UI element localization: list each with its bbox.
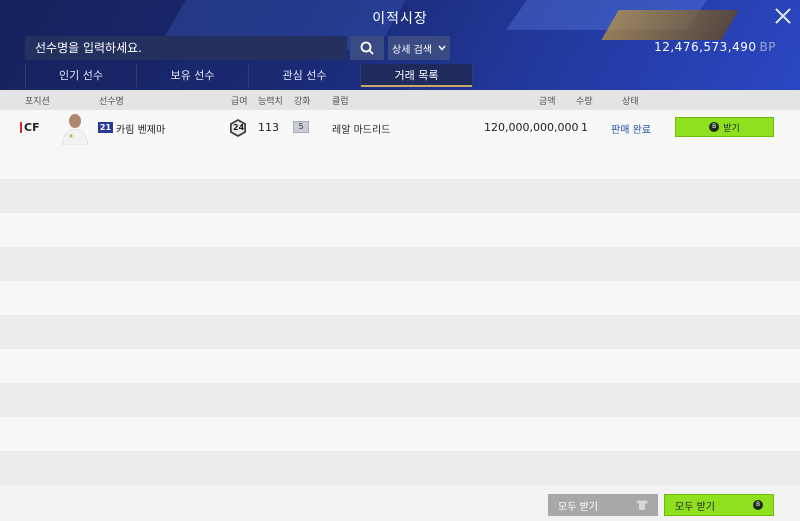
col-ovr: 능력치	[258, 97, 283, 107]
tab-watchlist[interactable]: 관심 선수	[249, 64, 361, 87]
list-item	[0, 315, 800, 349]
search-input[interactable]	[25, 36, 347, 60]
receive-all-label: 모두 받기	[675, 501, 715, 513]
club-name: 레알 마드리드	[332, 125, 391, 136]
list-item	[0, 417, 800, 451]
season-badge: 21	[98, 122, 113, 133]
col-club: 클럽	[332, 97, 349, 107]
enhance-badge: 5	[293, 121, 309, 133]
price-value: 120,000,000,000	[484, 121, 579, 134]
player-position: CF	[20, 121, 40, 134]
list-item	[0, 349, 800, 383]
tab-owned[interactable]: 보유 선수	[137, 64, 249, 87]
window-title: 이적시장	[372, 11, 428, 27]
shirt-icon	[636, 500, 648, 510]
receive-all-bp-button[interactable]: 모두 받기 B	[664, 494, 774, 516]
list-item	[0, 179, 800, 213]
list-item	[0, 213, 800, 247]
player-avatar	[61, 114, 89, 145]
status-badge: 판매 완료	[611, 125, 651, 136]
header: 이적시장 상세 검색 12,476,573,490BP 인기 선수 보유 선수 …	[0, 0, 800, 90]
tab-bar: 인기 선수 보유 선수 관심 선수 거래 목록	[25, 64, 473, 87]
receive-label: 받기	[723, 123, 740, 134]
coin-icon: B	[709, 122, 720, 132]
bp-balance: 12,476,573,490 BP	[654, 40, 776, 54]
receive-all-label: 모두 받기	[558, 501, 598, 513]
col-price: 금액	[539, 97, 556, 107]
detail-search-button[interactable]: 상세 검색	[388, 36, 450, 60]
close-icon[interactable]	[774, 7, 792, 25]
bp-amount: 12,476,573,490	[654, 40, 757, 54]
col-position: 포지션	[25, 97, 50, 107]
receive-button[interactable]: B 받기	[675, 117, 774, 137]
list-item	[0, 281, 800, 315]
tab-popular[interactable]: 인기 선수	[25, 64, 137, 87]
coin-icon: B	[753, 500, 763, 510]
col-enhance: 강화	[294, 97, 311, 107]
receive-all-items-button[interactable]: 모두 받기	[548, 494, 658, 516]
search-button[interactable]	[350, 36, 384, 60]
table-row[interactable]: CF 21 카림 벤제마 24 113 5 레알 마드리드 120,000,00…	[0, 110, 800, 145]
col-salary: 급여	[231, 97, 248, 107]
list-panel: 포지션 선수명 급여 능력치 강화 클럽 금액 수량 상태 CF 21 카림 벤…	[0, 90, 800, 521]
detail-search-label: 상세 검색	[392, 44, 432, 56]
column-header: 포지션 선수명 급여 능력치 강화 클럽 금액 수량 상태	[0, 90, 800, 110]
chevron-down-icon	[438, 45, 446, 51]
tab-transactions[interactable]: 거래 목록	[361, 64, 473, 87]
player-name[interactable]: 카림 벤제마	[116, 121, 165, 136]
col-status: 상태	[622, 97, 639, 107]
list-item	[0, 451, 800, 485]
col-qty: 수량	[576, 97, 593, 107]
list-item	[0, 383, 800, 417]
search-icon	[360, 41, 374, 55]
quantity-value: 1	[581, 121, 588, 134]
salary-value: 24	[233, 123, 245, 132]
col-name: 선수명	[99, 97, 124, 107]
ovr-value: 113	[258, 121, 279, 134]
list-item	[0, 145, 800, 179]
bp-unit: BP	[759, 40, 776, 54]
list-item	[0, 247, 800, 281]
